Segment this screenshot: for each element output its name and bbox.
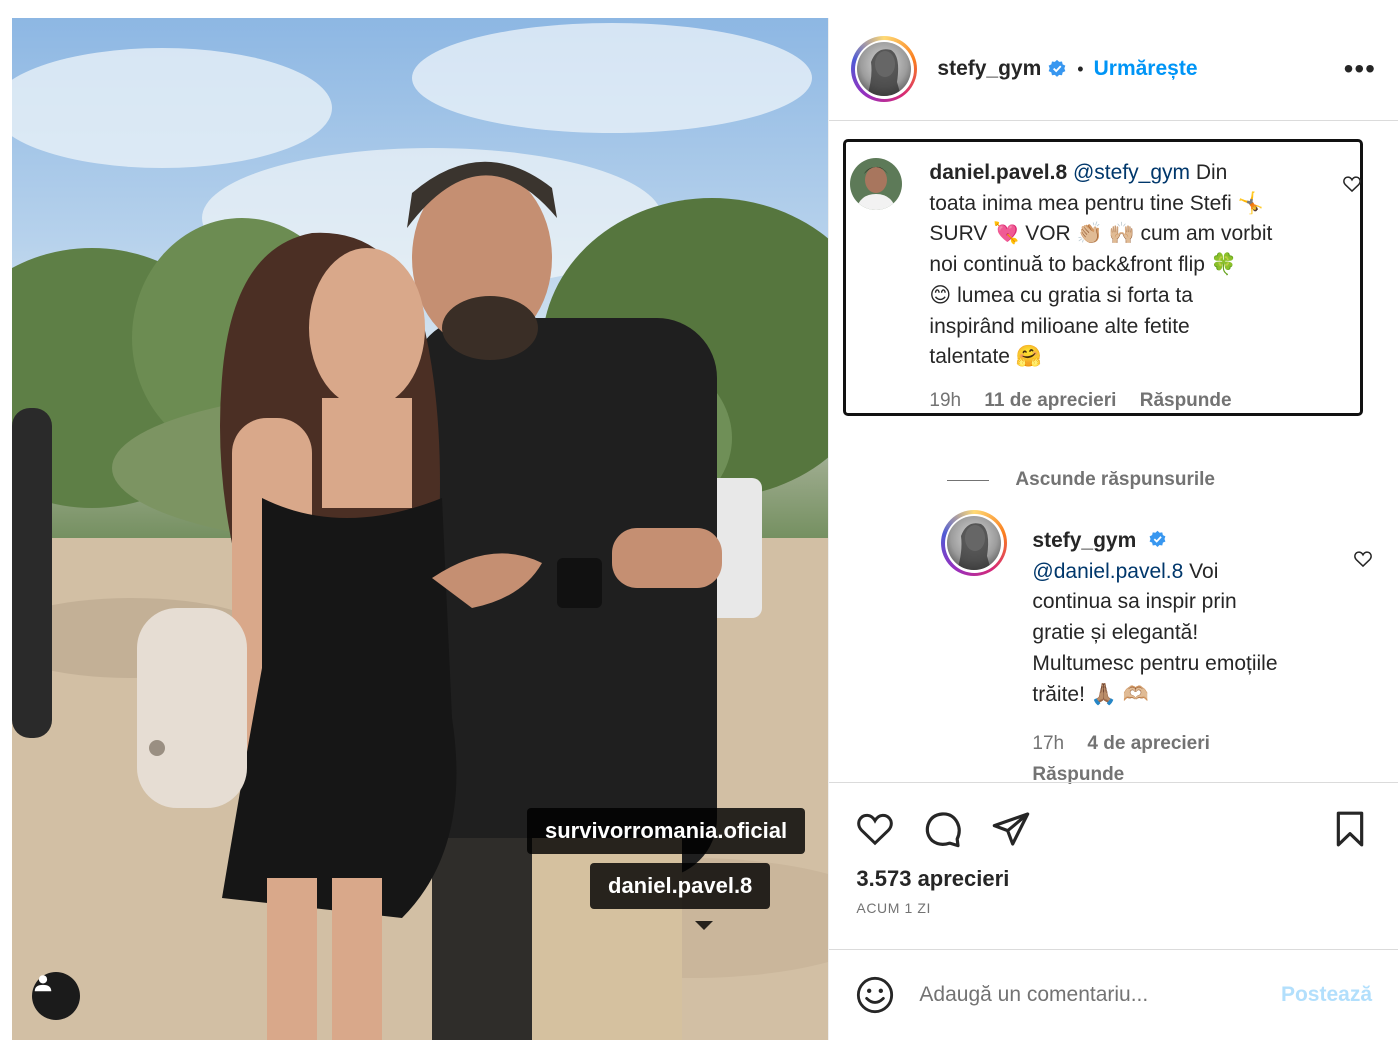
reply-avatar-ring[interactable] [941,510,1008,576]
photo-tag-caret [695,921,713,930]
hide-replies-button[interactable]: Ascunde răspunsurile [947,469,1215,491]
comment-text-line: talentate 🤗 [929,345,1042,369]
follow-button[interactable]: Urmărește [1094,57,1198,81]
user-tag-icon [34,975,52,992]
post-comment-button[interactable]: Postează [1281,983,1372,1007]
comment-username[interactable]: daniel.pavel.8 [929,161,1067,184]
more-icon[interactable]: ••• [1344,53,1376,85]
reply-mention[interactable]: @daniel.pavel.8 [1032,560,1183,583]
post-modal: survivorromania.oficial daniel.pavel.8 s… [12,18,1398,1040]
reply-text-line: Multumesc pentru emoțiile [1032,651,1278,675]
tagged-users-button[interactable] [32,972,80,1020]
post-photo[interactable]: survivorromania.oficial daniel.pavel.8 [12,18,829,1040]
comment-text-line: toata inima mea pentru tine Stefi 🤸 [929,191,1264,215]
header-separator: • [1077,58,1084,79]
hide-replies-label: Ascunde răspunsurile [1015,469,1215,490]
comment-text-line: inspirând milioane alte fetite [929,314,1190,338]
comment-time: 19h [929,390,962,411]
emoji-icon[interactable] [855,975,895,1015]
reply-text-line: gratie și elegantă! [1032,621,1199,645]
verified-icon [1048,59,1066,77]
post-time: ACUM 1 ZI [856,900,932,916]
comment-text-line: 😊 lumea cu gratia si forta ta [929,283,1193,307]
reply-text-line: continua sa inspir prin [1032,590,1237,614]
author-username[interactable]: stefy_gym [937,57,1041,81]
commenter-avatar[interactable] [850,158,903,210]
add-comment-bar: Postează [829,949,1398,1040]
post-header: stefy_gym • Urmărește ••• [829,18,1398,121]
likes-count[interactable]: 3.573 aprecieri [856,866,1009,892]
comment-mention[interactable]: @stefy_gym [1073,161,1190,184]
reply-time: 17h [1032,733,1065,754]
author-avatar [857,42,912,96]
post-side-panel: stefy_gym • Urmărește ••• daniel.pavel.8… [828,18,1398,1040]
comment-text-line: noi continuă to back&front flip 🍀 [929,253,1237,277]
comment-input[interactable] [917,981,1281,1008]
reply-meta: 17h 4 de aprecieri [1032,733,1228,755]
comment-like-heart-icon[interactable] [1342,174,1362,194]
reply-avatar [947,516,1002,570]
comment-highlighted: daniel.pavel.8 @stefy_gym Din toata inim… [843,139,1364,416]
comment-meta: 19h 11 de aprecieri Răspunde [929,390,1249,412]
verified-icon [1149,530,1166,548]
post-actions: 3.573 aprecieri ACUM 1 ZI [829,782,1398,950]
photo-tag-daniel-pavel[interactable]: daniel.pavel.8 [590,863,771,909]
comment-text-line: SURV 💘 VOR 👏🏼 🙌🏼 cum am vorbit [929,222,1273,246]
comment-likes[interactable]: 11 de aprecieri [984,390,1116,411]
photo-tag-survivorromania[interactable]: survivorromania.oficial [527,808,806,854]
reply-likes[interactable]: 4 de aprecieri [1087,733,1210,754]
reply-body: stefy_gym @daniel.pavel.8 Voi continua s… [1032,526,1342,710]
hide-replies-line [947,479,990,481]
comments-section: daniel.pavel.8 @stefy_gym Din toata inim… [829,122,1398,785]
reply-username[interactable]: stefy_gym [1032,529,1136,552]
reply-text-line: trăite! 🙏🏽 🫶🏼 [1032,682,1149,706]
heart-icon[interactable] [854,809,896,849]
comment-icon[interactable] [922,809,964,849]
comment-text-first: Din [1190,161,1228,184]
comment-reply-button[interactable]: Răspunde [1140,390,1232,411]
reply-like-heart-icon[interactable] [1353,549,1373,569]
comment-body: daniel.pavel.8 @stefy_gym Din toata inim… [929,158,1349,373]
reply-text-first: Voi [1183,559,1219,583]
bookmark-icon[interactable] [1329,809,1371,849]
author-avatar-ring[interactable] [851,36,918,102]
share-icon[interactable] [990,809,1032,849]
